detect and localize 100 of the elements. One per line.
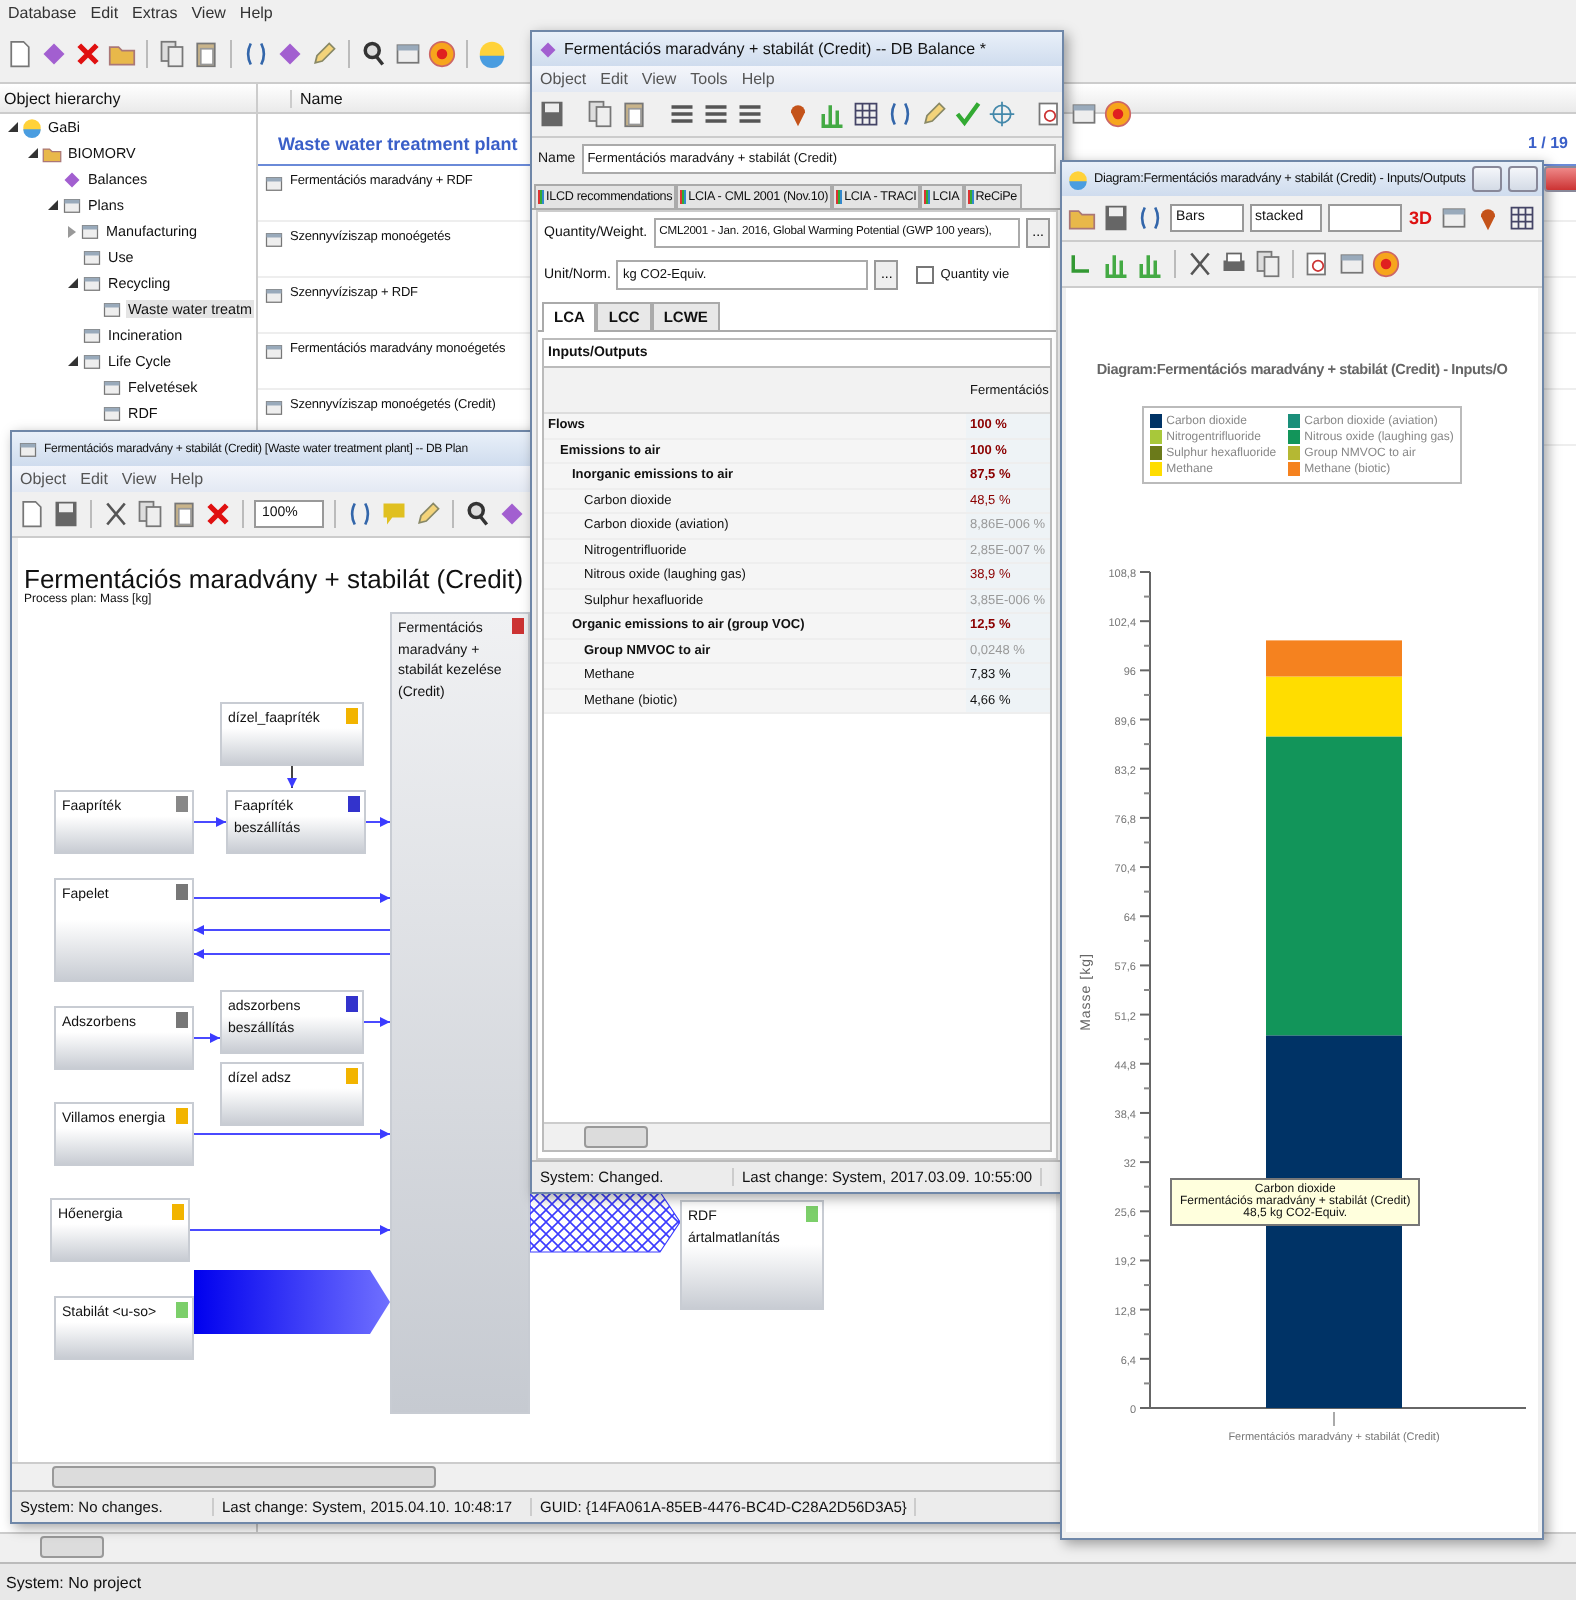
search-icon[interactable]	[360, 40, 388, 68]
partner-marker-icon	[346, 996, 358, 1012]
check-icon[interactable]	[954, 100, 982, 128]
clipboard-icon[interactable]	[192, 40, 220, 68]
window-icon[interactable]	[1338, 250, 1366, 278]
window-icon[interactable]	[264, 398, 284, 418]
flow-arrow	[287, 765, 297, 789]
partner-marker-icon	[348, 796, 360, 812]
process-marker-icon	[176, 1108, 188, 1124]
menu-item[interactable]: Edit	[80, 470, 108, 488]
folder-icon[interactable]	[1068, 204, 1096, 232]
output-marker-icon	[176, 1302, 188, 1318]
column-header: Name	[290, 89, 343, 107]
clipboard-icon[interactable]	[170, 500, 198, 528]
page-icon[interactable]	[18, 500, 46, 528]
window-icon[interactable]	[264, 342, 284, 362]
save-icon[interactable]	[52, 500, 80, 528]
bar-chart-icon[interactable]	[1136, 250, 1164, 278]
window-icon[interactable]	[102, 377, 122, 397]
window-icon[interactable]	[264, 286, 284, 306]
pencil-icon[interactable]	[920, 100, 948, 128]
crosshair-icon[interactable]	[988, 100, 1016, 128]
window-icon[interactable]	[62, 195, 82, 215]
window-icon[interactable]	[102, 299, 122, 319]
page-icon[interactable]	[6, 40, 34, 68]
save-icon[interactable]	[1102, 204, 1130, 232]
checkbox[interactable]	[916, 266, 935, 284]
menu-item[interactable]: View	[121, 470, 157, 488]
menu-item[interactable]: Tools	[690, 70, 728, 88]
folder-icon[interactable]	[42, 143, 62, 163]
main-marker-icon	[512, 618, 524, 634]
group-heading: Waste water treatment plant	[278, 133, 518, 153]
clipboard-icon[interactable]	[620, 100, 648, 128]
menu-item[interactable]: Extras	[132, 4, 178, 22]
parentheses-icon[interactable]	[345, 500, 374, 528]
process-marker-icon	[346, 1068, 358, 1084]
scrollbar-thumb[interactable]	[52, 1466, 436, 1488]
window-icon[interactable]	[102, 403, 122, 423]
window-icon[interactable]	[1070, 100, 1098, 128]
menu-item[interactable]: Help	[239, 4, 273, 22]
series-dropdown[interactable]	[1328, 204, 1401, 232]
window-icon[interactable]	[1440, 204, 1469, 232]
output-marker-icon	[806, 1206, 818, 1222]
maximize-button[interactable]	[1507, 166, 1538, 192]
ball-icon[interactable]	[478, 40, 506, 68]
scissors-icon[interactable]	[1186, 250, 1214, 278]
copy-icon[interactable]	[1254, 250, 1282, 278]
window-icon[interactable]	[264, 174, 284, 194]
menu-item[interactable]: Edit	[600, 70, 628, 88]
plan-marker-icon	[176, 884, 188, 900]
menu-item[interactable]: Object	[20, 470, 67, 488]
parentheses-icon[interactable]	[242, 40, 270, 68]
window-icon[interactable]	[80, 221, 100, 241]
column-header: Object hierarchy	[0, 84, 256, 114]
search-icon[interactable]	[463, 500, 492, 528]
page-counter: 1 / 19	[1527, 134, 1568, 152]
menu-item[interactable]: Database	[8, 4, 77, 22]
parentheses-icon[interactable]	[886, 100, 914, 128]
list-icon[interactable]	[668, 100, 696, 128]
flow-arrow	[193, 1033, 221, 1043]
flow-arrow	[363, 1017, 391, 1027]
scissors-icon[interactable]	[102, 500, 130, 528]
menu-item[interactable]: Help	[170, 470, 204, 488]
copy-icon[interactable]	[586, 100, 614, 128]
pencil-icon[interactable]	[413, 500, 442, 528]
grid-icon[interactable]	[1508, 204, 1537, 232]
link-marker-icon	[176, 796, 188, 812]
status-text: System: No project	[6, 1573, 142, 1591]
scrollbar-thumb[interactable]	[584, 1126, 648, 1148]
window-icon[interactable]	[264, 230, 284, 250]
pencil-icon[interactable]	[310, 40, 338, 68]
save-icon[interactable]	[538, 100, 566, 128]
ball-icon[interactable]	[1068, 169, 1088, 189]
bar-chart-icon[interactable]	[1102, 250, 1130, 278]
window-title: Fermentációs maradvány + stabilát (Credit) -- DB Balance *	[564, 40, 986, 58]
3d-toggle[interactable]: 3D	[1407, 208, 1435, 228]
flow-arrow	[193, 817, 227, 827]
list-icon[interactable]	[736, 100, 764, 128]
menu-item[interactable]: Edit	[90, 4, 119, 22]
grid-icon[interactable]	[852, 100, 880, 128]
window-icon[interactable]	[82, 325, 102, 345]
list-icon[interactable]	[702, 100, 730, 128]
menu-item[interactable]: View	[191, 4, 226, 22]
menu-item[interactable]: Object	[540, 70, 587, 88]
window-icon[interactable]	[82, 351, 102, 371]
window-icon[interactable]	[82, 247, 102, 267]
folder-icon[interactable]	[108, 40, 136, 68]
window-icon[interactable]	[82, 273, 102, 293]
copy-icon[interactable]	[158, 40, 186, 68]
scrollbar-thumb[interactable]	[40, 1536, 104, 1558]
window-icon[interactable]	[394, 40, 422, 68]
parentheses-icon[interactable]	[1136, 204, 1164, 232]
menu-item[interactable]: Help	[741, 70, 775, 88]
delete-icon[interactable]	[204, 500, 232, 528]
minimize-button[interactable]	[1471, 166, 1502, 192]
plan-marker-icon	[176, 1012, 188, 1028]
delete-icon[interactable]	[74, 40, 102, 68]
copy-icon[interactable]	[136, 500, 164, 528]
menu-item[interactable]: View	[641, 70, 677, 88]
window-icon[interactable]	[18, 439, 38, 459]
